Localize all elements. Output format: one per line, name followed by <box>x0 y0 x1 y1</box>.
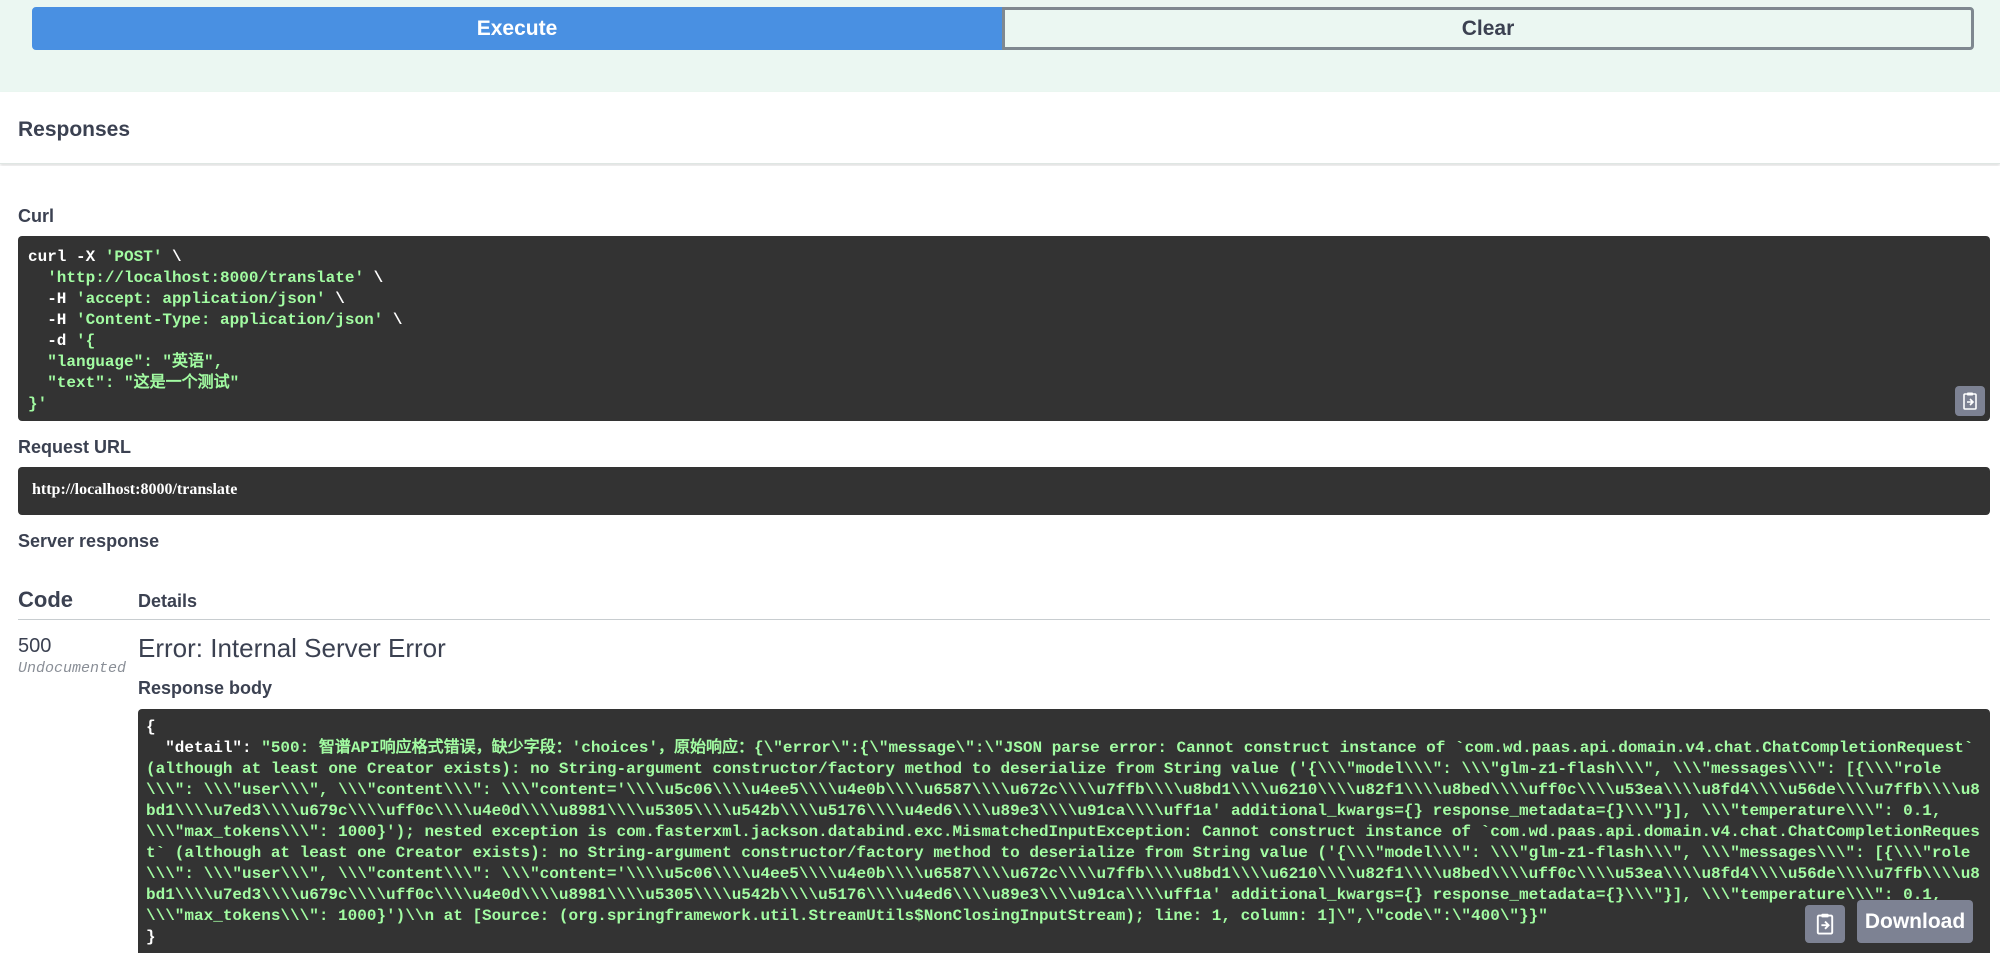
curl-line-1: curl -X 'POST' \ <box>28 248 182 266</box>
col-details-header: Details <box>138 591 198 611</box>
curl-line-3: -H 'accept: application/json' \ <box>47 290 345 308</box>
json-close-brace: } <box>146 928 156 946</box>
clear-button[interactable]: Clear <box>1002 7 1974 50</box>
curl-line-2: 'http://localhost:8000/translate' \ <box>47 269 384 287</box>
curl-line-6: "language": "英语", <box>47 353 224 371</box>
server-response-label: Server response <box>18 531 160 551</box>
download-button[interactable]: Download <box>1857 900 1973 943</box>
request-url-label: Request URL <box>18 437 132 457</box>
json-open-brace: { <box>146 718 156 736</box>
clipboard-copy-icon <box>1960 391 1980 411</box>
response-body-block[interactable]: { "detail": "500: 智谱API响应格式错误，缺少字段：'choi… <box>138 709 1990 953</box>
json-value: "500: 智谱API响应格式错误，缺少字段：'choices'，原始响应：{\… <box>146 739 1984 925</box>
json-key: "detail" <box>165 739 243 757</box>
curl-copy-button[interactable] <box>1955 386 1985 416</box>
json-detail-line: "detail": "500: 智谱API响应格式错误，缺少字段：'choice… <box>146 739 1984 925</box>
curl-line-5: -d '{ <box>47 332 96 350</box>
clipboard-copy-icon <box>1813 912 1837 936</box>
curl-label: Curl <box>18 206 54 226</box>
execute-button[interactable]: Execute <box>32 7 1002 50</box>
responses-panel: Curl curl -X 'POST' \ 'http://localhost:… <box>0 166 2000 953</box>
response-body-label: Response body <box>138 678 273 698</box>
response-table-header: Code Details <box>18 577 1990 620</box>
curl-line-8: }' <box>28 395 48 413</box>
response-copy-button[interactable] <box>1805 905 1845 943</box>
action-band: Execute Clear <box>0 0 2000 92</box>
status-code-note: Undocumented <box>18 660 127 677</box>
responses-title: Responses <box>18 118 131 141</box>
curl-code-block[interactable]: curl -X 'POST' \ 'http://localhost:8000/… <box>18 236 1990 421</box>
error-title: Error: Internal Server Error <box>138 633 446 663</box>
status-code: 500 <box>18 635 52 657</box>
request-url-value[interactable]: http://localhost:8000/translate <box>18 467 1990 515</box>
curl-line-4: -H 'Content-Type: application/json' \ <box>47 311 403 329</box>
col-code-header: Code <box>18 587 73 612</box>
responses-header: Responses <box>0 92 2000 164</box>
execute-button-group: Execute Clear <box>32 7 1974 50</box>
curl-line-7: "text": "这是一个测试" <box>47 374 240 392</box>
